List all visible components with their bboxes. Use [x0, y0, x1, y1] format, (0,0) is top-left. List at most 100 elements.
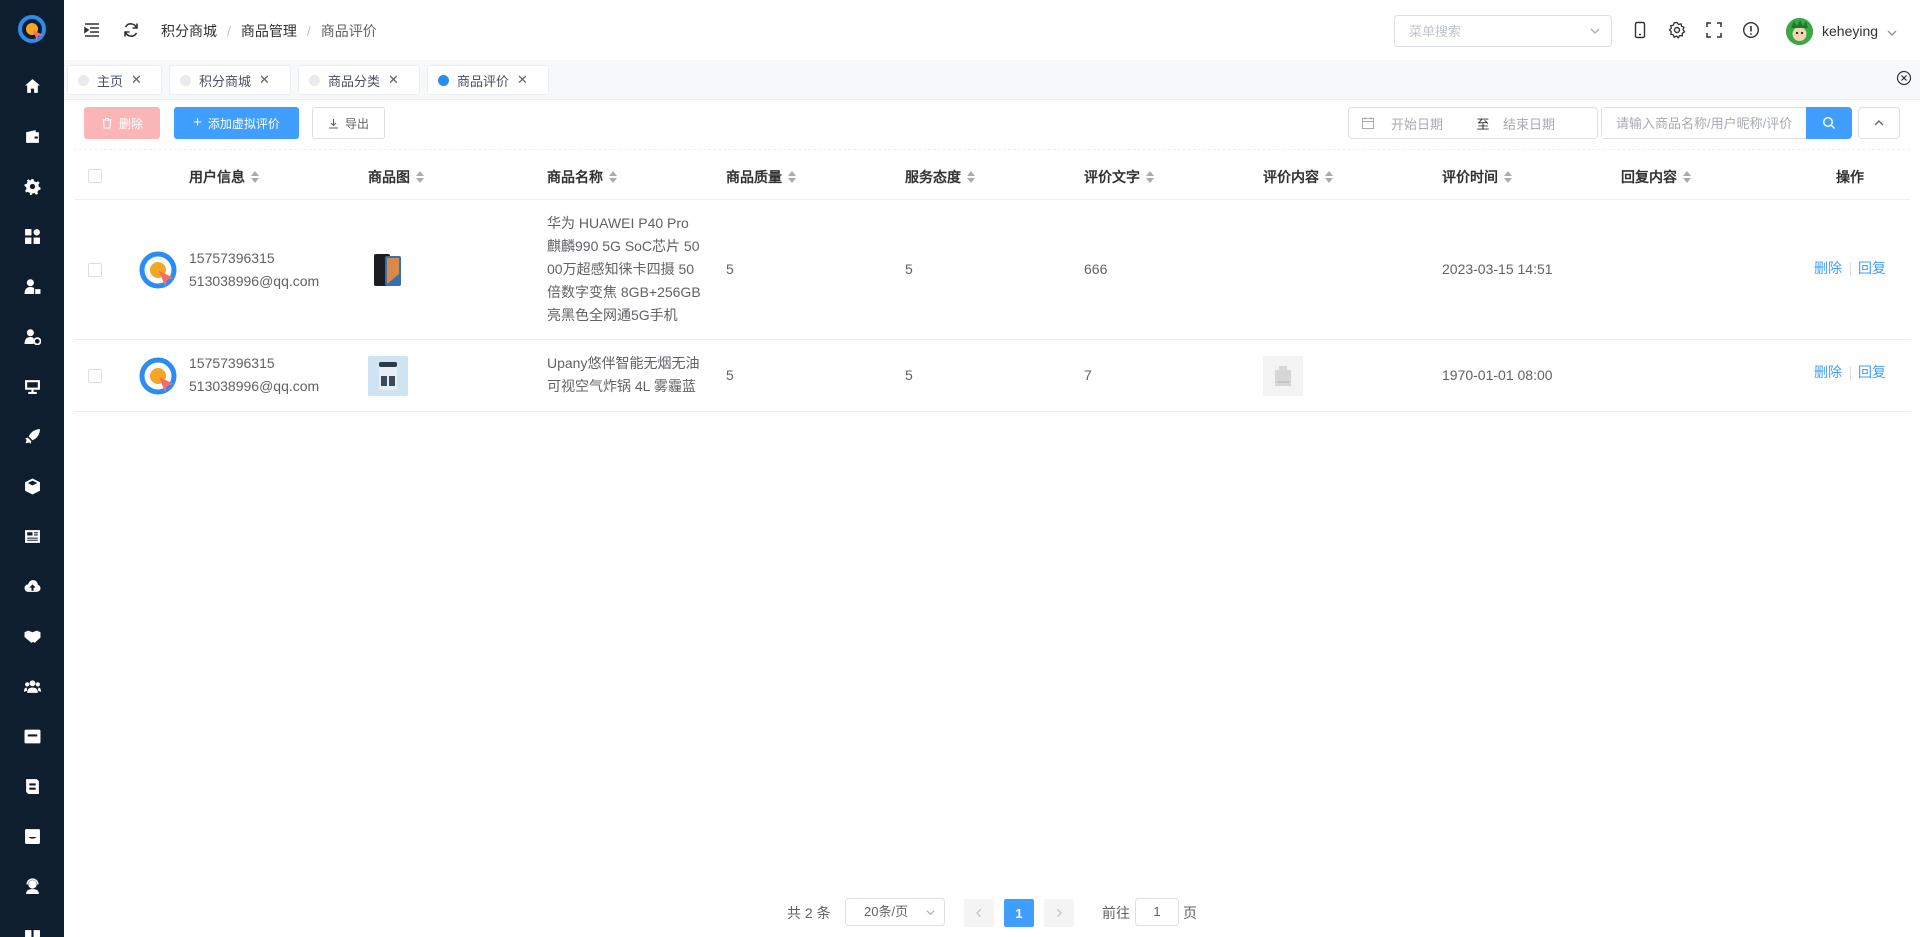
- avatar-image: [1786, 18, 1813, 45]
- refresh-button[interactable]: [121, 20, 141, 40]
- delete-button[interactable]: 删除: [84, 107, 160, 139]
- goto-suffix: 页: [1183, 905, 1197, 921]
- column-header-comment-text[interactable]: 评价文字: [1084, 167, 1154, 187]
- product-image-air-fryer[interactable]: [368, 356, 408, 396]
- review-search-input[interactable]: [1602, 108, 1792, 138]
- sort-icon[interactable]: [1325, 171, 1333, 183]
- end-date-input[interactable]: 结束日期: [1503, 114, 1555, 133]
- close-icon[interactable]: ✕: [131, 72, 142, 88]
- sidebar-item-settings[interactable]: [0, 166, 64, 206]
- prev-page-button[interactable]: [964, 899, 994, 927]
- row-checkbox[interactable]: [88, 369, 102, 383]
- user-lock-icon: [24, 278, 40, 294]
- product-image-phone[interactable]: [368, 250, 408, 290]
- search-icon: [1822, 116, 1835, 129]
- sidebar-item-user-settings[interactable]: [0, 316, 64, 356]
- review-search-box[interactable]: [1601, 107, 1806, 139]
- next-page-button[interactable]: [1044, 899, 1074, 927]
- close-icon[interactable]: ✕: [388, 72, 399, 88]
- sort-icon[interactable]: [1504, 171, 1512, 183]
- row-reply-link[interactable]: 回复: [1858, 258, 1886, 278]
- sidebar-item-monitor[interactable]: [0, 366, 64, 406]
- breadcrumb-item[interactable]: 积分商城: [161, 21, 217, 41]
- row-delete-link[interactable]: 删除: [1814, 362, 1842, 382]
- select-all-checkbox[interactable]: [88, 169, 102, 183]
- fullscreen-button[interactable]: [1705, 21, 1723, 39]
- sidebar-item-home[interactable]: [0, 66, 64, 106]
- info-button[interactable]: [1742, 21, 1760, 39]
- start-date-input[interactable]: 开始日期: [1391, 114, 1471, 133]
- sidebar-item-support[interactable]: [0, 866, 64, 906]
- column-header-quality[interactable]: 商品质量: [726, 167, 796, 187]
- tab-product-category[interactable]: 商品分类 ✕: [298, 65, 420, 95]
- sort-icon[interactable]: [416, 171, 424, 183]
- tab-label: 主页: [97, 73, 124, 89]
- column-header-reply[interactable]: 回复内容: [1621, 167, 1691, 187]
- sort-icon[interactable]: [251, 171, 259, 183]
- column-header-user-info[interactable]: 用户信息: [189, 167, 259, 187]
- comment-image[interactable]: [1263, 356, 1303, 396]
- tab-home[interactable]: 主页 ✕: [67, 65, 162, 95]
- tab-label: 商品评价: [457, 73, 510, 89]
- date-range-picker[interactable]: 开始日期 至 结束日期: [1348, 107, 1598, 139]
- sidebar-item-handshake[interactable]: [0, 616, 64, 656]
- row-checkbox[interactable]: [88, 263, 102, 277]
- column-header-comment-content[interactable]: 评价内容: [1263, 167, 1333, 187]
- divider: [74, 149, 1910, 150]
- menu-search-select[interactable]: [1394, 15, 1612, 47]
- collapse-search-button[interactable]: [1858, 107, 1900, 139]
- sidebar-item-user-lock[interactable]: [0, 266, 64, 306]
- column-header-actions: 操作: [1836, 169, 1864, 185]
- sidebar-item-wallet[interactable]: [0, 116, 64, 156]
- sort-icon[interactable]: [967, 171, 975, 183]
- search-button[interactable]: [1806, 107, 1852, 139]
- monitor-icon: [24, 379, 40, 394]
- chevron-down-icon: [1590, 28, 1600, 34]
- avatar[interactable]: [1786, 18, 1813, 45]
- username[interactable]: keheying: [1822, 23, 1878, 39]
- sort-icon[interactable]: [1146, 171, 1154, 183]
- column-header-time[interactable]: 评价时间: [1442, 167, 1512, 187]
- sidebar-item-news[interactable]: [0, 516, 64, 556]
- sidebar-item-cloud[interactable]: [0, 566, 64, 606]
- tab-points-mall[interactable]: 积分商城 ✕: [169, 65, 291, 95]
- menu-search-input[interactable]: [1395, 16, 1575, 46]
- page-number-button[interactable]: 1: [1004, 899, 1034, 927]
- chevron-down-icon[interactable]: [1886, 27, 1898, 39]
- column-header-product-name[interactable]: 商品名称: [547, 167, 617, 187]
- row-reply-link[interactable]: 回复: [1858, 362, 1886, 382]
- breadcrumb-item[interactable]: 商品管理: [241, 21, 297, 41]
- close-icon[interactable]: ✕: [517, 72, 528, 88]
- tab-status-dot: [180, 74, 191, 86]
- close-all-tabs-icon[interactable]: [1896, 70, 1912, 86]
- sort-icon[interactable]: [609, 171, 617, 183]
- sort-icon[interactable]: [1683, 171, 1691, 183]
- menu-fold-button[interactable]: [82, 20, 102, 40]
- export-button[interactable]: 导出: [312, 107, 385, 139]
- user-phone: 15757396315: [189, 355, 275, 371]
- tab-product-review[interactable]: 商品评价 ✕: [427, 65, 549, 95]
- cloud-upload-icon: [24, 579, 40, 592]
- settings-button[interactable]: [1668, 21, 1686, 39]
- sidebar-item-box[interactable]: [0, 466, 64, 506]
- app-logo[interactable]: [18, 15, 46, 43]
- row-delete-link[interactable]: 删除: [1814, 258, 1842, 278]
- sidebar-item-book[interactable]: [0, 916, 64, 937]
- mobile-preview-button[interactable]: [1631, 21, 1649, 39]
- column-header-product-image[interactable]: 商品图: [368, 167, 424, 187]
- column-header-service[interactable]: 服务态度: [905, 167, 975, 187]
- sidebar-item-grid[interactable]: [0, 216, 64, 256]
- sidebar-item-rocket[interactable]: [0, 416, 64, 456]
- support-icon: [25, 877, 39, 894]
- sidebar-item-users[interactable]: [0, 666, 64, 706]
- close-icon[interactable]: ✕: [259, 72, 270, 88]
- page-size-select[interactable]: 20条/页: [845, 898, 945, 926]
- sidebar-item-ticket[interactable]: [0, 716, 64, 756]
- service-score: 5: [905, 367, 913, 383]
- sidebar-item-message[interactable]: [0, 816, 64, 856]
- add-virtual-review-button[interactable]: + 添加虚拟评价: [174, 107, 299, 139]
- sort-icon[interactable]: [788, 171, 796, 183]
- sidebar: [0, 0, 64, 937]
- goto-page-input[interactable]: 1: [1135, 898, 1179, 926]
- sidebar-item-store[interactable]: [0, 766, 64, 806]
